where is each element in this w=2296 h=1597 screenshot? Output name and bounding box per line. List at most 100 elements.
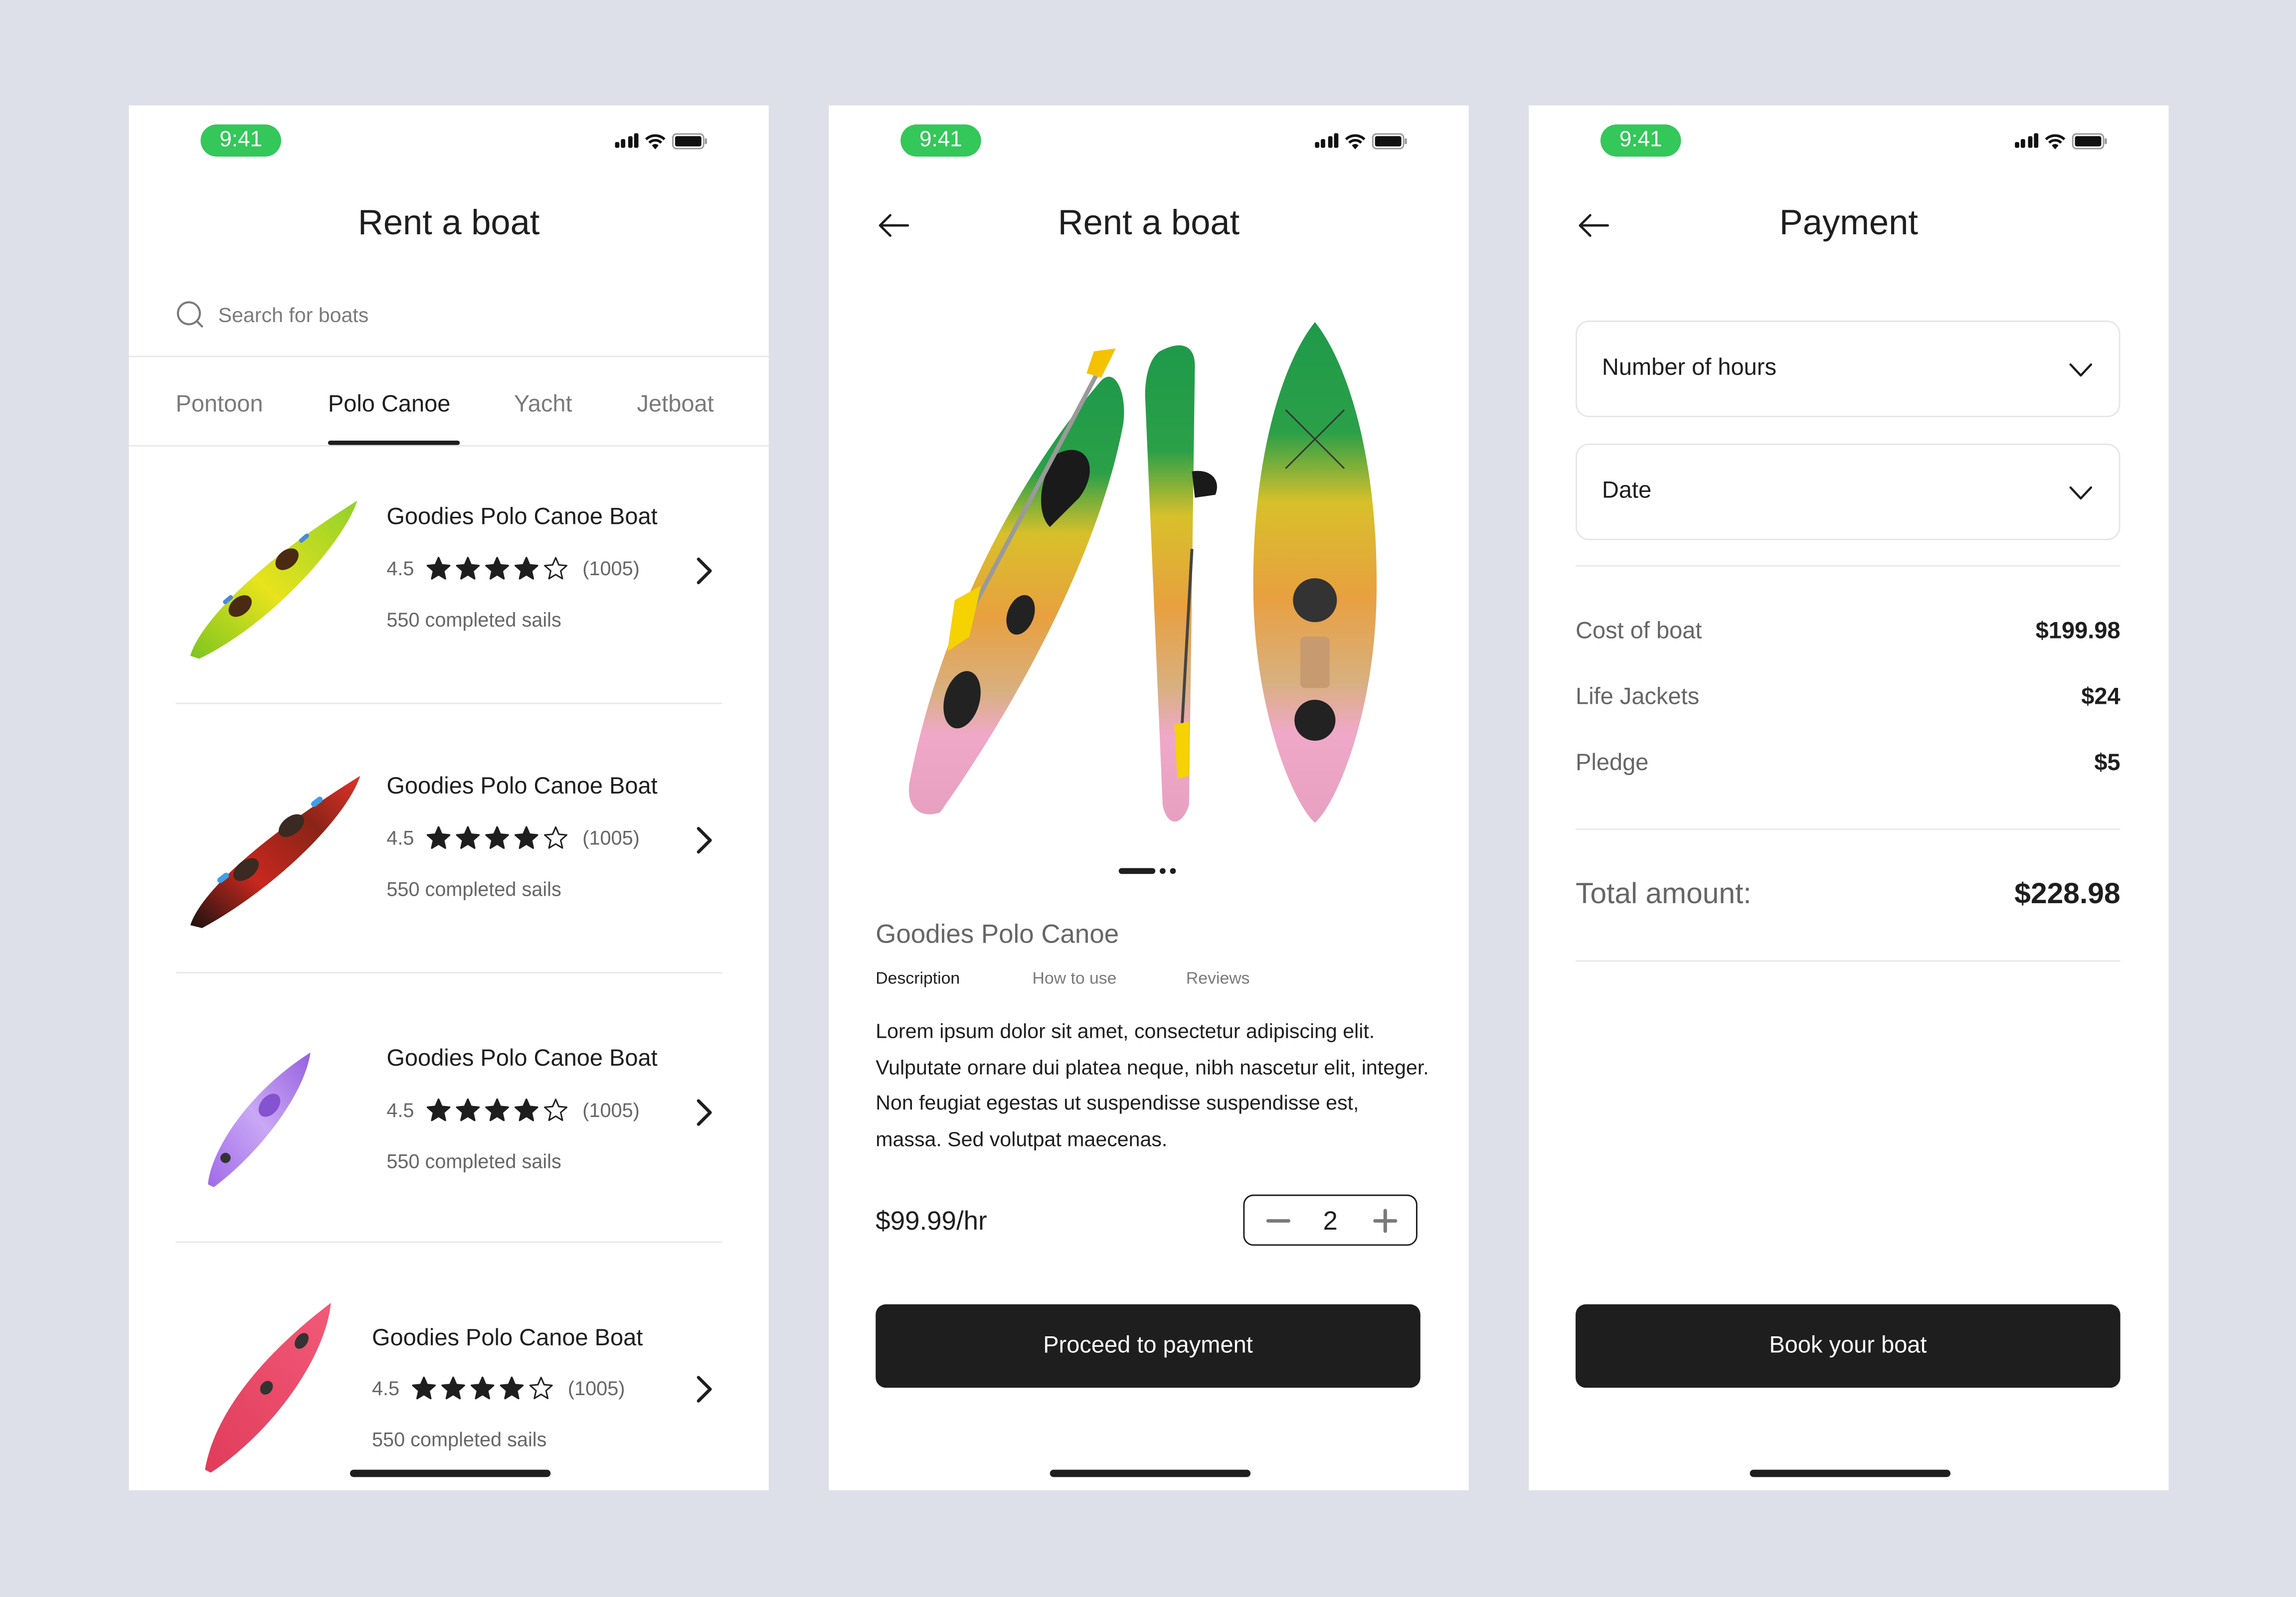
star-filled-icon — [455, 1098, 480, 1121]
kayak-angled-view — [908, 376, 1124, 814]
chevron-right-icon[interactable] — [696, 1375, 713, 1404]
review-count: (1005) — [582, 1099, 640, 1121]
chevron-down-icon — [2069, 363, 2093, 377]
cost-label: Cost of boat — [1576, 619, 1702, 644]
boat-image-gallery[interactable] — [882, 308, 1420, 837]
rating-row: 4.5 (1005) — [386, 825, 640, 850]
list-item[interactable]: Goodies Polo Canoe Boat 4.5 (1005) 550 c… — [129, 1288, 768, 1490]
boat-image-purple-kayak — [208, 1052, 311, 1187]
boat-name: Goodies Polo Canoe Boat — [371, 1326, 643, 1351]
boat-name: Goodies Polo Canoe Boat — [386, 505, 658, 530]
tab-polo-canoe[interactable]: Polo Canoe — [328, 392, 451, 419]
pagination-dot[interactable] — [1170, 868, 1176, 874]
list-item[interactable]: Goodies Polo Canoe Boat 4.5 (1005) 550 c… — [129, 741, 768, 1010]
list-divider — [176, 702, 722, 704]
star-filled-icon — [514, 1098, 538, 1121]
star-filled-icon — [470, 1376, 494, 1400]
completed-sails: 550 completed sails — [386, 878, 561, 901]
chevron-right-icon[interactable] — [696, 825, 713, 855]
plus-icon[interactable] — [1371, 1206, 1400, 1236]
boat-name: Goodies Polo Canoe Boat — [386, 774, 658, 799]
tab-yacht[interactable]: Yacht — [514, 392, 572, 419]
status-time: 9:41 — [200, 124, 281, 157]
boat-image-green-kayak — [190, 500, 357, 659]
price-per-hour: $99.99/hr — [876, 1206, 987, 1236]
cost-label: Life Jackets — [1576, 685, 1700, 710]
total-label: Total amount: — [1576, 878, 1752, 911]
completed-sails: 550 completed sails — [371, 1429, 547, 1451]
completed-sails: 550 completed sails — [386, 1150, 561, 1173]
star-rating — [426, 1098, 568, 1123]
star-filled-icon — [411, 1376, 436, 1400]
cost-row: Pledge $5 — [1576, 751, 2120, 778]
rating-value: 4.5 — [371, 1377, 400, 1400]
status-icons — [2014, 130, 2107, 151]
boat-image-pink-kayak — [205, 1302, 331, 1473]
rating-value: 4.5 — [386, 827, 414, 849]
star-filled-icon — [455, 557, 480, 580]
tab-reviews[interactable]: Reviews — [1186, 970, 1250, 988]
summary-divider — [1576, 828, 2120, 830]
summary-divider — [1576, 565, 2120, 567]
home-indicator — [350, 1469, 551, 1477]
cost-row: Cost of boat $199.98 — [1576, 619, 2120, 645]
tab-description[interactable]: Description — [876, 970, 960, 988]
star-outline-icon — [543, 557, 567, 580]
wifi-icon — [644, 133, 666, 149]
boat-detail-screen: 9:41 Rent a boat Goodies Polo Canoe Desc… — [829, 105, 1469, 1490]
book-your-boat-button[interactable]: Book your boat — [1576, 1304, 2120, 1388]
description-text: Lorem ipsum dolor sit amet, consectetur … — [876, 1019, 1429, 1150]
pagination-dot-active[interactable] — [1118, 868, 1156, 874]
product-name: Goodies Polo Canoe — [876, 919, 1119, 949]
boat-list-screen: 9:41 Rent a boat Pontoon Polo Canoe Yach… — [129, 105, 769, 1490]
rating-row: 4.5 (1005) — [372, 1376, 625, 1401]
tab-jetboat[interactable]: Jetboat — [637, 392, 714, 419]
active-tab-indicator — [328, 441, 460, 445]
total-row: Total amount: $228.98 — [1576, 878, 2120, 912]
tab-pontoon[interactable]: Pontoon — [176, 392, 263, 419]
star-outline-icon — [543, 826, 567, 849]
cost-value: $5 — [2094, 751, 2120, 776]
review-count: (1005) — [582, 827, 640, 849]
list-item[interactable]: Goodies Polo Canoe Boat 4.5 (1005) 550 c… — [129, 472, 768, 741]
status-icons — [614, 130, 707, 151]
cellular-signal-icon — [1314, 133, 1339, 148]
star-filled-icon — [485, 1098, 509, 1121]
list-divider — [176, 1241, 722, 1243]
star-filled-icon — [426, 1098, 450, 1121]
date-select[interactable]: Date — [1576, 443, 2120, 540]
page-title: Rent a boat — [1058, 203, 1240, 243]
cost-value: $199.98 — [2035, 619, 2120, 644]
boat-image-red-kayak — [190, 776, 360, 928]
star-outline-icon — [543, 1099, 567, 1121]
rating-row: 4.5 (1005) — [386, 556, 640, 581]
rating-value: 4.5 — [386, 1099, 414, 1121]
status-icons — [1314, 130, 1407, 151]
select-label: Number of hours — [1601, 355, 1776, 381]
star-filled-icon — [455, 826, 480, 849]
payment-screen: 9:41 Payment Number of hours Date Cost o… — [1529, 105, 2169, 1490]
page-title: Payment — [1779, 203, 1918, 243]
number-of-hours-select[interactable]: Number of hours — [1576, 320, 2120, 418]
kayak-top-view — [1253, 322, 1377, 823]
cost-row: Life Jackets $24 — [1576, 685, 2120, 711]
chevron-right-icon[interactable] — [696, 556, 713, 586]
search-bar[interactable] — [176, 296, 717, 333]
category-tabs: Pontoon Polo Canoe Yacht Jetboat — [176, 392, 724, 445]
rating-value: 4.5 — [386, 557, 414, 580]
review-count: (1005) — [567, 1377, 625, 1400]
proceed-to-payment-button[interactable]: Proceed to payment — [876, 1304, 1420, 1388]
home-indicator — [1750, 1469, 1950, 1477]
pagination-dot[interactable] — [1160, 868, 1166, 874]
battery-icon — [1372, 132, 1407, 149]
status-time: 9:41 — [1600, 124, 1681, 157]
search-input[interactable] — [218, 303, 658, 326]
chevron-down-icon — [2069, 486, 2093, 500]
chevron-right-icon[interactable] — [696, 1098, 713, 1127]
tabs-divider — [129, 445, 769, 447]
rating-row: 4.5 (1005) — [386, 1098, 640, 1123]
tab-how-to-use[interactable]: How to use — [1033, 970, 1117, 988]
star-filled-icon — [514, 557, 538, 580]
review-count: (1005) — [582, 557, 640, 580]
star-filled-icon — [441, 1376, 465, 1400]
